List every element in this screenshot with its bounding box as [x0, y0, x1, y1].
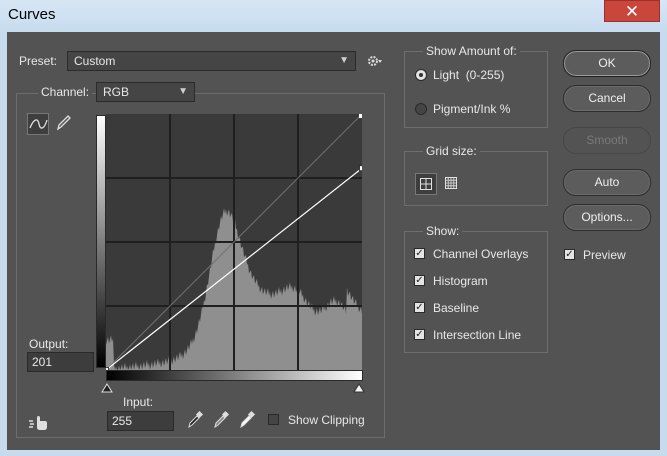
- channel-label: Channel:: [38, 85, 93, 99]
- output-gradient: [96, 115, 106, 368]
- on-image-adjust-icon[interactable]: [28, 414, 50, 435]
- white-eyedropper-icon[interactable]: [238, 410, 256, 433]
- curves-graph[interactable]: [106, 114, 362, 370]
- channel-overlays-checkbox[interactable]: ✓: [414, 248, 425, 259]
- show-clipping-checkbox[interactable]: [268, 414, 279, 425]
- light-radio[interactable]: [415, 69, 427, 81]
- options-button[interactable]: Options...: [563, 204, 651, 231]
- window-frame-right: [660, 32, 667, 456]
- curve-point-white[interactable]: [359, 165, 363, 172]
- preview-label: Preview: [583, 248, 626, 262]
- preset-value: Custom: [74, 54, 116, 68]
- window-title: Curves: [8, 6, 56, 23]
- ok-button[interactable]: OK: [563, 50, 651, 77]
- pigment-radio-label: Pigment/Ink %: [433, 102, 511, 116]
- histogram-label: Histogram: [433, 274, 488, 288]
- input-field[interactable]: 255: [107, 411, 174, 431]
- show-amount-group: [404, 51, 548, 128]
- pencil-icon[interactable]: [53, 113, 75, 135]
- window-frame-bottom: [0, 450, 667, 456]
- channel-overlays-label: Channel Overlays: [433, 247, 529, 261]
- chevron-down-icon: ▼: [339, 55, 349, 66]
- title-bar: Curves: [0, 0, 667, 32]
- preset-label: Preset:: [19, 54, 58, 68]
- auto-button[interactable]: Auto: [563, 169, 651, 196]
- gear-icon[interactable]: [367, 54, 383, 68]
- grid-simple-icon[interactable]: [415, 173, 437, 195]
- light-radio-label: Light (0-255): [433, 68, 505, 82]
- grid-detailed-icon[interactable]: [441, 173, 463, 195]
- input-label: Input:: [123, 395, 154, 409]
- smooth-button[interactable]: Smooth: [563, 127, 651, 154]
- chevron-down-icon: ▼: [178, 86, 188, 97]
- output-field[interactable]: 201: [27, 352, 94, 372]
- curve-point-tool-icon[interactable]: [27, 113, 49, 135]
- show-amount-title: Show Amount of:: [423, 44, 520, 58]
- histogram-checkbox[interactable]: ✓: [414, 275, 425, 286]
- corner-marker: [359, 114, 362, 118]
- preset-select[interactable]: Custom ▼: [67, 51, 356, 71]
- intersection-line-label: Intersection Line: [433, 328, 522, 342]
- show-clipping-label: Show Clipping: [288, 413, 365, 427]
- black-eyedropper-icon[interactable]: [186, 410, 204, 433]
- white-point-slider-icon[interactable]: [353, 382, 365, 396]
- channel-value: RGB: [103, 85, 130, 99]
- gray-eyedropper-icon[interactable]: [212, 410, 230, 433]
- intersection-line-checkbox[interactable]: ✓: [414, 329, 425, 340]
- baseline-label: Baseline: [433, 301, 480, 315]
- preview-checkbox[interactable]: ✓: [564, 249, 575, 260]
- channel-select[interactable]: RGB ▼: [96, 82, 195, 102]
- grid-size-title: Grid size:: [423, 144, 480, 158]
- close-icon[interactable]: ✕: [604, 0, 660, 22]
- baseline-checkbox[interactable]: ✓: [414, 302, 425, 313]
- black-point-slider-icon[interactable]: [101, 382, 113, 396]
- window-frame-left: [0, 32, 7, 456]
- show-title: Show:: [423, 224, 463, 238]
- output-label: Output:: [29, 337, 69, 351]
- pigment-radio[interactable]: [415, 103, 427, 115]
- cancel-button[interactable]: Cancel: [563, 85, 651, 112]
- input-gradient: [106, 370, 363, 381]
